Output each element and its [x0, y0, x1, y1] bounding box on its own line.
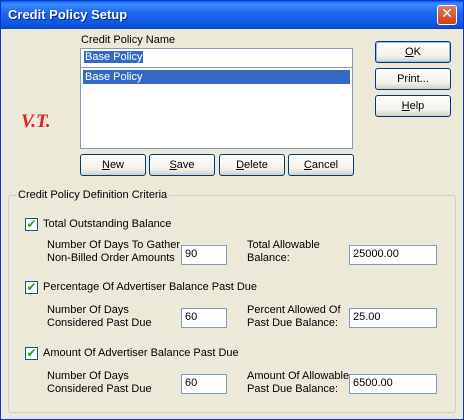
amount-allowable-input[interactable]: 6500.00 — [349, 374, 437, 394]
total-outstanding-label[interactable]: Total Outstanding Balance — [43, 218, 171, 230]
amount-past-due-label[interactable]: Amount Of Advertiser Balance Past Due — [43, 347, 239, 359]
percent-allowed-label-1: Percent Allowed Of — [247, 304, 341, 316]
amount-days-input[interactable]: 60 — [181, 374, 227, 394]
amount-past-due-checkbox[interactable]: ✔ — [25, 346, 38, 360]
gather-days-input[interactable]: 90 — [181, 245, 227, 265]
percentage-past-due-checkbox[interactable]: ✔ — [25, 280, 38, 294]
checkmark-icon: ✔ — [26, 346, 37, 360]
delete-button-label: Delete — [236, 159, 268, 171]
gather-days-label-2: Non-Billed Order Amounts — [47, 252, 175, 264]
total-allowable-label-2: Balance: — [247, 252, 290, 264]
amount-allowable-label-1: Amount Of Allowable — [247, 370, 350, 382]
percentage-past-due-label[interactable]: Percentage Of Advertiser Balance Past Du… — [43, 281, 257, 293]
criteria-group-title: Credit Policy Definition Criteria — [16, 189, 170, 201]
close-icon: ✕ — [441, 6, 453, 22]
percent-days-label-2: Considered Past Due — [47, 317, 152, 329]
new-button[interactable]: New — [80, 154, 146, 176]
help-button[interactable]: Help — [375, 95, 451, 117]
new-button-label: New — [101, 159, 124, 171]
cancel-button-label: Cancel — [303, 159, 339, 171]
window-title: Credit Policy Setup — [8, 7, 128, 22]
policy-name-value: Base Policy — [84, 51, 144, 63]
dialog-window: Credit Policy Setup ✕ V.T. Credit Policy… — [0, 0, 464, 420]
percent-days-label-1: Number Of Days — [47, 304, 129, 316]
policy-name-input[interactable]: Base Policy — [80, 48, 353, 68]
policy-listbox[interactable]: Base Policy — [80, 67, 353, 149]
percent-days-input[interactable]: 60 — [181, 308, 227, 328]
amount-days-label-1: Number Of Days — [47, 370, 129, 382]
help-button-label: Help — [401, 100, 425, 112]
ok-button-label: OK — [405, 46, 421, 58]
amount-allowable-label-2: Past Due Balance: — [247, 383, 339, 395]
print-button-label: Print... — [397, 73, 429, 85]
close-button[interactable]: ✕ — [437, 5, 457, 25]
policy-name-label: Credit Policy Name — [81, 34, 176, 46]
gather-days-label-1: Number Of Days To Gather — [47, 239, 181, 251]
list-item[interactable]: Base Policy — [83, 70, 350, 84]
save-button-label: Save — [169, 159, 195, 171]
cancel-button[interactable]: Cancel — [288, 154, 354, 176]
total-allowable-label-1: Total Allowable — [247, 239, 320, 251]
ok-button[interactable]: OK — [375, 41, 451, 63]
title-bar[interactable]: Credit Policy Setup ✕ — [1, 1, 463, 29]
total-outstanding-checkbox[interactable]: ✔ — [25, 217, 38, 231]
amount-days-label-2: Considered Past Due — [47, 383, 152, 395]
vt-logo: V.T. — [21, 111, 51, 132]
percent-allowed-label-2: Past Due Balance: — [247, 317, 339, 329]
save-button[interactable]: Save — [149, 154, 215, 176]
percent-allowed-input[interactable]: 25.00 — [349, 308, 437, 328]
checkmark-icon: ✔ — [26, 217, 37, 231]
total-allowable-input[interactable]: 25000.00 — [349, 245, 437, 265]
delete-button[interactable]: Delete — [219, 154, 285, 176]
checkmark-icon: ✔ — [26, 280, 37, 294]
print-button[interactable]: Print... — [375, 68, 451, 90]
